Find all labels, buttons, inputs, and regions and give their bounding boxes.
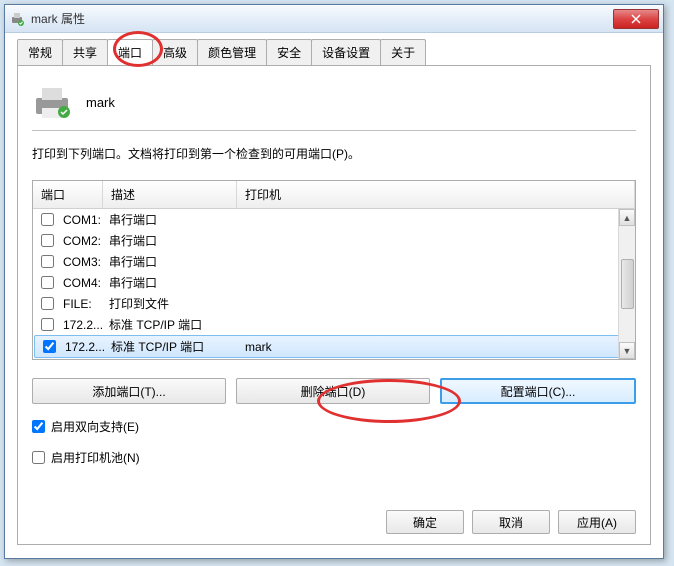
bidirectional-label: 启用双向支持(E) — [51, 418, 139, 435]
cell-port: 172.2... — [63, 340, 111, 354]
window-title: mark 属性 — [31, 10, 613, 27]
apply-button[interactable]: 应用(A) — [558, 510, 636, 534]
pooling-label: 启用打印机池(N) — [51, 449, 140, 466]
cell-port: 172.2... — [61, 318, 109, 332]
tab-sharing[interactable]: 共享 — [62, 39, 108, 65]
table-row[interactable]: COM3:串行端口 — [33, 251, 635, 272]
pooling-row: 启用打印机池(N) — [32, 449, 636, 466]
cell-desc: 标准 TCP/IP 端口 — [109, 316, 243, 333]
header-printer[interactable]: 打印机 — [237, 181, 635, 208]
table-body: COM1:串行端口COM2:串行端口COM3:串行端口COM4:串行端口FILE… — [33, 209, 635, 359]
tab-general[interactable]: 常规 — [17, 39, 63, 65]
scroll-thumb[interactable] — [621, 259, 634, 309]
cell-desc: 串行端口 — [109, 211, 243, 228]
close-button[interactable] — [613, 9, 659, 29]
cell-desc: 串行端口 — [109, 274, 243, 291]
cell-port: COM1: — [61, 213, 109, 227]
scroll-up-button[interactable]: ▲ — [619, 209, 635, 226]
tabs-container: 常规 共享 端口 高级 颜色管理 安全 设备设置 关于 — [5, 33, 663, 65]
row-check-cell — [41, 276, 57, 289]
divider — [32, 130, 636, 131]
tab-panel-ports: mark 打印到下列端口。文档将打印到第一个检查到的可用端口(P)。 端口 描述… — [17, 65, 651, 545]
scrollbar[interactable]: ▲ ▼ — [618, 209, 635, 359]
row-check-cell — [41, 234, 57, 247]
cell-desc: 打印到文件 — [109, 295, 243, 312]
header-desc[interactable]: 描述 — [103, 181, 237, 208]
port-checkbox[interactable] — [41, 234, 54, 247]
cell-desc: 标准 TCP/IP 端口 — [111, 338, 245, 355]
cell-port: COM3: — [61, 255, 109, 269]
close-icon — [631, 14, 641, 24]
tab-ports[interactable]: 端口 — [107, 39, 153, 65]
scroll-down-button[interactable]: ▼ — [619, 342, 635, 359]
configure-port-button[interactable]: 配置端口(C)... — [440, 378, 636, 404]
table-row[interactable]: COM1:串行端口 — [33, 209, 635, 230]
row-check-cell — [41, 255, 57, 268]
pooling-checkbox[interactable] — [32, 451, 45, 464]
ports-table: 端口 描述 打印机 COM1:串行端口COM2:串行端口COM3:串行端口COM… — [32, 180, 636, 360]
port-checkbox[interactable] — [41, 276, 54, 289]
cell-port: FILE: — [61, 297, 109, 311]
bidirectional-checkbox[interactable] — [32, 420, 45, 433]
table-row[interactable]: COM2:串行端口 — [33, 230, 635, 251]
port-checkbox[interactable] — [43, 340, 56, 353]
properties-dialog: mark 属性 常规 共享 端口 高级 颜色管理 安全 设备设置 关于 mark… — [4, 4, 664, 559]
row-check-cell — [43, 340, 59, 353]
port-checkbox[interactable] — [41, 213, 54, 226]
cell-port: COM4: — [61, 276, 109, 290]
port-checkbox[interactable] — [41, 255, 54, 268]
printer-name: mark — [86, 95, 115, 110]
tab-advanced[interactable]: 高级 — [152, 39, 198, 65]
row-check-cell — [41, 213, 57, 226]
table-header: 端口 描述 打印机 — [33, 181, 635, 209]
ok-button[interactable]: 确定 — [386, 510, 464, 534]
bidirectional-row: 启用双向支持(E) — [32, 418, 636, 435]
port-buttons-row: 添加端口(T)... 删除端口(D) 配置端口(C)... — [32, 378, 636, 404]
row-check-cell — [41, 297, 57, 310]
tab-color[interactable]: 颜色管理 — [197, 39, 267, 65]
tab-device[interactable]: 设备设置 — [311, 39, 381, 65]
instruction-text: 打印到下列端口。文档将打印到第一个检查到的可用端口(P)。 — [32, 145, 636, 162]
table-row[interactable]: COM4:串行端口 — [33, 272, 635, 293]
dialog-footer: 确定 取消 应用(A) — [386, 510, 636, 534]
table-row[interactable]: 172.2...标准 TCP/IP 端口 — [33, 314, 635, 335]
cell-desc: 串行端口 — [109, 232, 243, 249]
table-row[interactable]: FILE:打印到文件 — [33, 293, 635, 314]
printer-large-icon — [32, 84, 72, 120]
port-checkbox[interactable] — [41, 318, 54, 331]
table-row[interactable]: IP_172...标准 TCP/IP 端口RICOH MP 2553 PCL 6 — [33, 358, 635, 359]
header-port[interactable]: 端口 — [33, 181, 103, 208]
cancel-button[interactable]: 取消 — [472, 510, 550, 534]
printer-header: mark — [32, 84, 636, 120]
cell-port: COM2: — [61, 234, 109, 248]
row-check-cell — [41, 318, 57, 331]
add-port-button[interactable]: 添加端口(T)... — [32, 378, 226, 404]
port-checkbox[interactable] — [41, 297, 54, 310]
tab-security[interactable]: 安全 — [266, 39, 312, 65]
printer-titlebar-icon — [9, 11, 25, 27]
tab-about[interactable]: 关于 — [380, 39, 426, 65]
table-row[interactable]: 172.2...标准 TCP/IP 端口mark — [34, 335, 634, 358]
cell-desc: 串行端口 — [109, 253, 243, 270]
delete-port-button[interactable]: 删除端口(D) — [236, 378, 430, 404]
titlebar: mark 属性 — [5, 5, 663, 33]
cell-printer: mark — [245, 340, 633, 354]
